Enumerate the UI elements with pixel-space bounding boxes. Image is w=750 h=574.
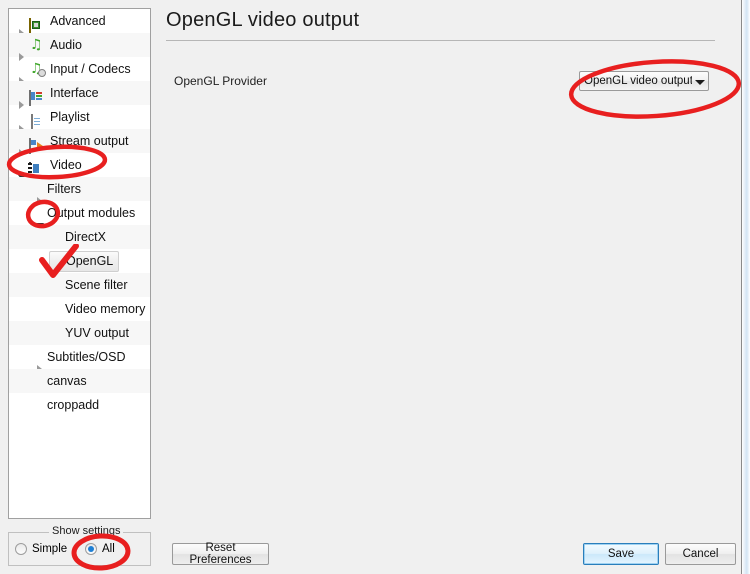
radio-all[interactable]: All <box>85 543 115 555</box>
reset-preferences-button[interactable]: Reset Preferences <box>172 542 269 566</box>
tree-item-label: YUV output <box>65 326 129 340</box>
tree-item-label: croppadd <box>47 398 100 412</box>
opengl-provider-row: OpenGL Provider OpenGL video output <box>160 71 735 93</box>
tree-item-stream-output[interactable]: Stream output <box>9 129 150 157</box>
music-note-icon: ♫ <box>30 37 43 53</box>
tree-item-label: Subtitles/OSD <box>47 350 126 364</box>
tree-item-label: OpenGL <box>66 254 114 268</box>
tree-item-inner: Output modules <box>31 203 140 228</box>
tree-item-video[interactable]: Video <box>9 153 150 180</box>
tree-item-label: Video <box>50 158 82 172</box>
tree-item-inner: Video memory <box>49 299 150 320</box>
title-divider <box>166 40 715 41</box>
tree-item-label: Input / Codecs <box>50 62 131 76</box>
tree-item-inner: YUV output <box>49 323 134 344</box>
tree-item-interface[interactable]: Interface <box>9 81 150 109</box>
settings-panel: OpenGL video output OpenGL Provider Open… <box>160 5 735 530</box>
window-right-glow <box>742 0 750 574</box>
input-codecs-icon: ♫ <box>29 62 46 77</box>
stream-output-icon <box>29 134 45 154</box>
tree-item-label: Stream output <box>50 134 129 148</box>
tree-item-inner: Subtitles/OSD <box>31 347 131 373</box>
tree-item-canvas[interactable]: canvas <box>9 369 150 393</box>
tree-item-inner: Interface <box>13 83 104 109</box>
tree-item-inner: ♫ Input / Codecs <box>13 59 136 85</box>
tree-item-inner: Advanced <box>13 11 111 37</box>
show-settings-group: Show settings Simple All <box>8 525 151 566</box>
chip-icon <box>29 14 45 34</box>
tree-item-label: Scene filter <box>65 278 128 292</box>
tree-item-inner: DirectX <box>49 227 111 248</box>
tree-item-label: Output modules <box>47 206 136 220</box>
opengl-provider-value: OpenGL video output <box>584 75 692 87</box>
tree-item-inner: Stream output <box>13 131 134 157</box>
tree-item-label: Filters <box>47 182 82 196</box>
tree-item-yuv-output[interactable]: YUV output <box>9 321 150 345</box>
film-strip-icon <box>29 158 45 178</box>
window-left-edge <box>0 0 8 574</box>
tree-item-inner: OpenGL <box>49 250 120 272</box>
save-button[interactable]: Save <box>583 543 659 565</box>
radio-all-label: All <box>102 543 115 555</box>
chevron-down-icon <box>692 72 708 90</box>
tree-item-label: canvas <box>47 374 87 388</box>
tree-item-inner: Video <box>13 155 87 180</box>
tree-item-label: Advanced <box>50 14 106 28</box>
tree-item-label: DirectX <box>65 230 106 244</box>
tree-item-label: Playlist <box>50 110 90 124</box>
tree-item-advanced[interactable]: Advanced <box>9 9 150 37</box>
tree-item-inner: croppadd <box>31 395 104 416</box>
tree-item-playlist[interactable]: Playlist <box>9 105 150 133</box>
document-icon <box>29 110 45 130</box>
tree-item-opengl[interactable]: OpenGL <box>9 249 150 273</box>
opengl-provider-label: OpenGL Provider <box>174 74 267 88</box>
tree-item-directx[interactable]: DirectX <box>9 225 150 249</box>
preferences-window: Advanced ♫ Audio ♫ Input / Codecs Interface Pl… <box>0 0 750 574</box>
tree-item-label: Interface <box>50 86 99 100</box>
radio-simple[interactable]: Simple <box>15 543 67 555</box>
tree-item-output-modules[interactable]: Output modules <box>9 201 150 228</box>
tree-item-input-codecs[interactable]: ♫ Input / Codecs <box>9 57 150 85</box>
window-icon <box>29 86 45 106</box>
tree-item-label: Video memory <box>65 302 146 316</box>
tree-item-inner: Scene filter <box>49 275 133 296</box>
tree-item-inner: Playlist <box>13 107 95 133</box>
opengl-provider-select[interactable]: OpenGL video output <box>579 71 709 91</box>
radio-all-dot <box>85 543 97 555</box>
preferences-tree[interactable]: Advanced ♫ Audio ♫ Input / Codecs Interface Pl… <box>8 8 151 519</box>
tree-item-subtitles-osd[interactable]: Subtitles/OSD <box>9 345 150 373</box>
radio-simple-dot <box>15 543 27 555</box>
page-title: OpenGL video output <box>166 9 360 31</box>
tree-item-inner: Filters <box>31 179 86 205</box>
tree-item-filters[interactable]: Filters <box>9 177 150 205</box>
radio-simple-label: Simple <box>32 543 68 555</box>
tree-item-label: Audio <box>50 38 82 52</box>
tree-item-scene-filter[interactable]: Scene filter <box>9 273 150 297</box>
tree-item-audio[interactable]: ♫ Audio <box>9 33 150 61</box>
tree-item-video-memory[interactable]: Video memory <box>9 297 150 321</box>
show-settings-label: Show settings <box>49 525 124 537</box>
tree-item-inner: canvas <box>31 371 92 392</box>
tree-item-croppadd[interactable]: croppadd <box>9 393 150 417</box>
tree-item-inner: ♫ Audio <box>13 35 87 61</box>
cancel-button[interactable]: Cancel <box>665 543 736 565</box>
